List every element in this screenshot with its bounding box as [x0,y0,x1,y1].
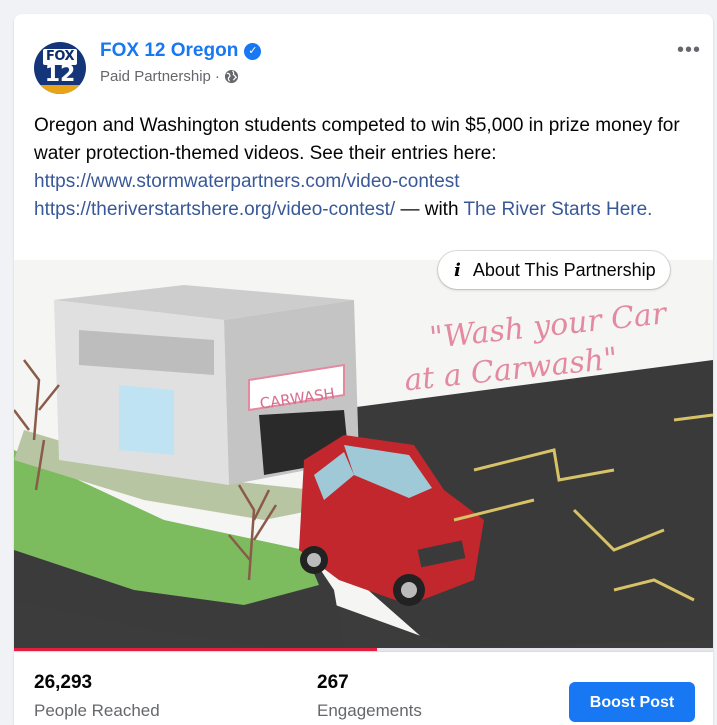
people-reached-value: 26,293 [34,672,93,693]
post-header: FOX 12 FOX 12 Oregon ✓ Paid Partnership … [14,14,713,106]
more-options-icon[interactable]: ••• [677,40,701,60]
avatar-stripe [34,85,86,94]
people-reached-label: People Reached [34,701,160,720]
people-reached-stat: 26,293 People Reached [34,672,160,722]
tagged-page-link[interactable]: The River Starts Here. [463,199,652,220]
about-this-partnership-label: About This Partnership [472,259,656,280]
about-this-partnership-button[interactable]: i About This Partnership [438,251,670,289]
engagements-label: Engagements [317,701,422,720]
post-video[interactable]: CARWASH "Wash your Car at a Carwash" [14,260,713,648]
post-message-text: Oregon and Washington students competed … [34,115,680,164]
verified-badge-icon: ✓ [244,42,262,60]
post-card: FOX 12 FOX 12 Oregon ✓ Paid Partnership … [14,14,713,725]
globe-icon[interactable] [224,69,239,84]
post-insights: 26,293 People Reached 267 Engagements Bo… [14,651,713,725]
page-name-text[interactable]: FOX 12 Oregon [100,40,238,62]
info-icon: i [454,259,461,281]
carwash-illustration: CARWASH "Wash your Car at a Carwash" [14,260,713,648]
page-name[interactable]: FOX 12 Oregon ✓ [100,40,262,62]
engagements-stat: 267 Engagements [317,672,422,722]
engagements-value: 267 [317,672,349,693]
subline-separator: · [214,68,220,85]
paid-partnership-label[interactable]: Paid Partnership [100,68,211,85]
with-text: — with [395,199,464,220]
post-subline: Paid Partnership · [100,68,239,85]
avatar-logo-number: 12 [44,62,76,87]
post-message: Oregon and Washington students competed … [34,112,689,224]
link-stormwaterpartners[interactable]: https://www.stormwaterpartners.com/video… [34,168,689,196]
page-avatar[interactable]: FOX 12 [34,42,86,94]
link-theriverstartshere[interactable]: https://theriverstartshere.org/video-con… [34,199,395,220]
boost-post-button[interactable]: Boost Post [569,682,695,722]
